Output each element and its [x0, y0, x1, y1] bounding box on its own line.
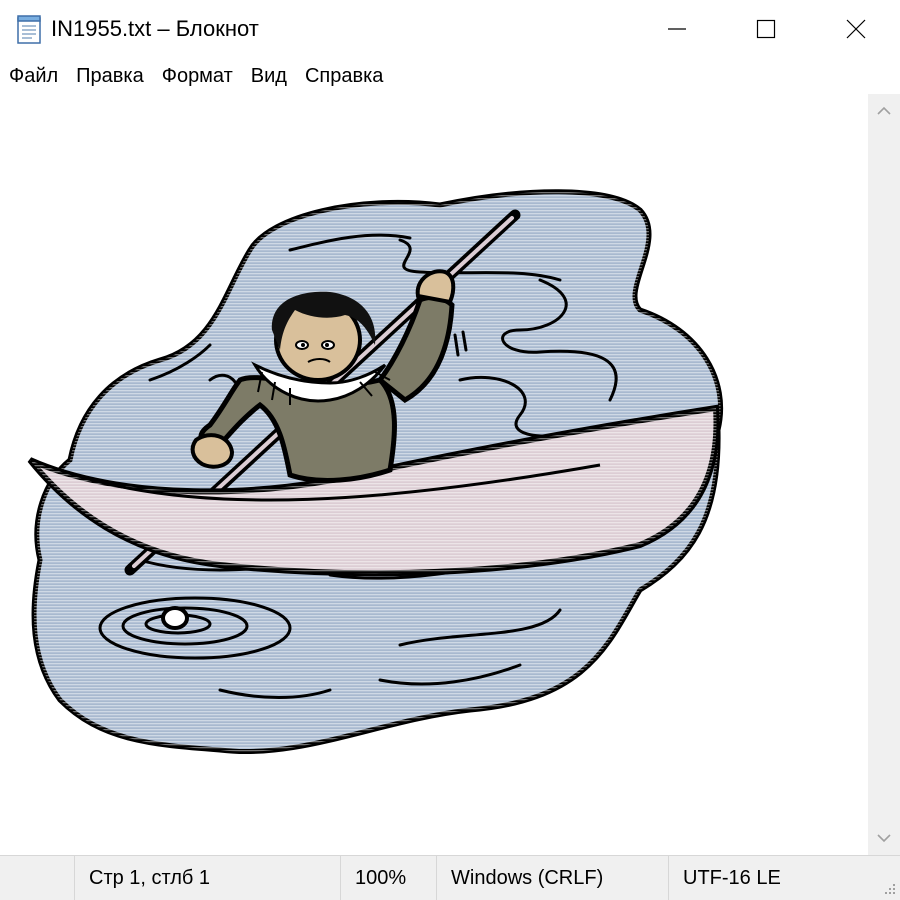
minimize-icon: [668, 28, 686, 30]
hand-left: [190, 433, 235, 469]
rock: [161, 606, 189, 630]
menu-file[interactable]: Файл: [0, 58, 67, 94]
chevron-down-icon: [877, 834, 891, 843]
notepad-icon: [17, 15, 41, 44]
minimize-button[interactable]: [632, 0, 722, 58]
maximize-icon: [756, 19, 776, 39]
vertical-scrollbar[interactable]: [868, 94, 900, 855]
menu-help[interactable]: Справка: [296, 58, 392, 94]
status-zoom: 100%: [340, 856, 436, 900]
status-position: Стр 1, стлб 1: [74, 856, 340, 900]
close-button[interactable]: [811, 0, 900, 58]
window-title: IN1955.txt – Блокнот: [51, 16, 259, 41]
status-line-ending: Windows (CRLF): [436, 856, 668, 900]
chevron-up-icon: [877, 106, 891, 115]
scroll-up-button[interactable]: [868, 94, 900, 128]
menu-view[interactable]: Вид: [242, 58, 296, 94]
menu-format[interactable]: Формат: [153, 58, 242, 94]
title-bar[interactable]: IN1955.txt – Блокнот: [0, 0, 900, 58]
kayaker-image: [27, 189, 724, 755]
menu-edit[interactable]: Правка: [67, 58, 153, 94]
close-icon: [846, 19, 866, 39]
status-encoding: UTF-16 LE: [668, 856, 864, 900]
menu-bar: Файл Правка Формат Вид Справка: [0, 58, 900, 94]
text-editor[interactable]: [0, 94, 868, 855]
maximize-button[interactable]: [721, 0, 811, 58]
scroll-down-button[interactable]: [868, 821, 900, 855]
status-bar: Стр 1, стлб 1 100% Windows (CRLF) UTF-16…: [0, 855, 900, 900]
resize-grip-icon[interactable]: [882, 882, 896, 896]
